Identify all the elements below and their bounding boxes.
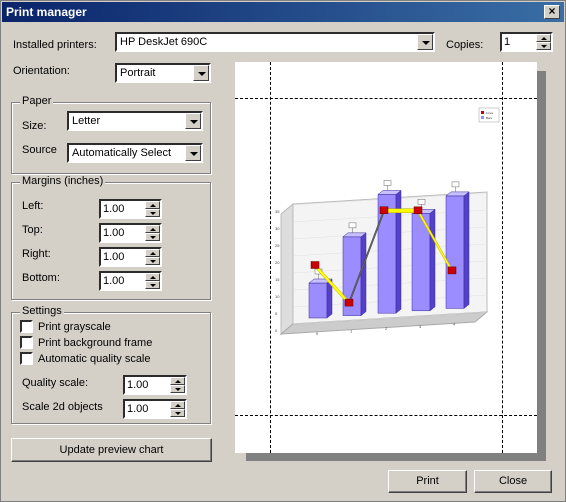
margin-left-stepper[interactable]: 1.00 xyxy=(99,199,162,219)
margin-right-stepper[interactable]: 1.00 xyxy=(99,247,162,267)
margin-top-label: Top: xyxy=(22,224,43,236)
print-button[interactable]: Print xyxy=(388,470,467,493)
printer-value: HP DeskJet 690C xyxy=(120,36,208,48)
printer-select[interactable]: HP DeskJet 690C xyxy=(115,32,435,52)
title-bar: Print manager × xyxy=(2,2,564,22)
spin-down-icon[interactable] xyxy=(170,409,185,417)
spin-down-icon[interactable] xyxy=(145,209,160,217)
y-tick-label: 30 xyxy=(275,226,280,231)
close-window-button[interactable]: × xyxy=(544,5,560,19)
bar-data-label xyxy=(348,222,357,229)
line-segment xyxy=(383,208,419,214)
spin-up-icon[interactable] xyxy=(145,201,160,209)
y-tick-label: 35 xyxy=(275,209,280,214)
copies-stepper[interactable]: 1 xyxy=(500,32,553,52)
source-label: Source xyxy=(22,144,57,156)
size-label: Size: xyxy=(22,120,47,132)
spin-down-icon[interactable] xyxy=(145,257,160,265)
y-tick-label: 10 xyxy=(275,294,280,299)
update-preview-button[interactable]: Update preview chart xyxy=(11,438,212,462)
paper-source-select[interactable]: Automatically Select xyxy=(67,143,203,163)
bar-side xyxy=(360,232,367,317)
quality-scale-label: Quality scale: xyxy=(22,377,89,389)
line-marker xyxy=(413,206,423,215)
chevron-down-icon[interactable] xyxy=(185,145,201,161)
spin-up-icon[interactable] xyxy=(145,225,160,233)
scale-2d-value: 1.00 xyxy=(127,403,149,415)
scale-2d-stepper[interactable]: 1.00 xyxy=(123,399,187,419)
chevron-down-icon[interactable] xyxy=(417,34,433,50)
bar-data-label xyxy=(383,180,392,186)
grayscale-label: Print grayscale xyxy=(38,321,111,333)
y-tick-label: 5 xyxy=(275,311,278,316)
spin-down-icon[interactable] xyxy=(170,385,185,393)
settings-legend: Settings xyxy=(20,305,64,317)
orientation-select[interactable]: Portrait xyxy=(115,63,211,83)
margin-bottom-label: Bottom: xyxy=(22,272,60,284)
margin-top-value: 1.00 xyxy=(103,227,125,239)
copies-label: Copies: xyxy=(446,39,484,51)
spin-up-icon[interactable] xyxy=(145,273,160,281)
paper-source-value: Automatically Select xyxy=(72,147,172,159)
auto-quality-checkbox[interactable] xyxy=(20,352,33,365)
print-manager-window: Print manager × Installed printers: HP D… xyxy=(0,0,566,502)
margin-right-value: 1.00 xyxy=(103,251,125,263)
paper-size-value: Letter xyxy=(72,115,101,127)
margin-bottom-value: 1.00 xyxy=(103,275,125,287)
legend-swatch xyxy=(481,111,484,114)
margin-left-label: Left: xyxy=(22,200,44,212)
auto-quality-label: Automatic quality scale xyxy=(38,353,151,365)
spin-up-icon[interactable] xyxy=(536,34,551,42)
y-tick-label: 25 xyxy=(275,243,280,248)
chevron-down-icon[interactable] xyxy=(193,65,209,81)
spin-down-icon[interactable] xyxy=(145,281,160,289)
orientation-value: Portrait xyxy=(120,67,156,79)
copies-value: 1 xyxy=(504,36,511,48)
margin-right-label: Right: xyxy=(22,248,51,260)
grayscale-checkbox[interactable] xyxy=(20,320,33,333)
orientation-label: Orientation: xyxy=(13,65,70,77)
line-marker xyxy=(447,266,457,275)
chart-side-wall xyxy=(280,202,294,336)
printers-label: Installed printers: xyxy=(13,39,97,51)
spin-up-icon[interactable] xyxy=(145,249,160,257)
y-tick-label: 15 xyxy=(275,277,280,282)
margins-legend: Margins (inches) xyxy=(20,175,106,187)
legend-swatch xyxy=(481,116,484,119)
bar xyxy=(445,195,465,309)
quality-scale-stepper[interactable]: 1.00 xyxy=(123,375,187,395)
paper-size-select[interactable]: Letter xyxy=(67,111,203,131)
window-title: Print manager xyxy=(6,5,87,19)
bar-side xyxy=(429,208,436,312)
y-tick-label: 0 xyxy=(275,328,278,333)
margin-bottom-stepper[interactable]: 1.00 xyxy=(99,271,162,291)
paper-legend: Paper xyxy=(20,95,54,107)
y-tick-label: 20 xyxy=(275,260,280,265)
bar-data-label xyxy=(451,181,460,188)
legend-label: Lines xyxy=(486,111,494,115)
quality-scale-value: 1.00 xyxy=(127,379,149,391)
chevron-down-icon[interactable] xyxy=(185,113,201,129)
spin-up-icon[interactable] xyxy=(170,401,185,409)
close-button[interactable]: Close xyxy=(474,470,552,493)
line-marker xyxy=(379,206,389,214)
spin-down-icon[interactable] xyxy=(145,233,160,241)
line-marker xyxy=(344,298,354,307)
legend-label: Bars xyxy=(486,116,493,120)
background-frame-checkbox[interactable] xyxy=(20,336,33,349)
margin-left-value: 1.00 xyxy=(103,203,125,215)
bar-side xyxy=(463,191,470,309)
preview-chart: 051015202530350 1 2 3 4LinesBars xyxy=(275,107,500,336)
line-marker xyxy=(310,261,320,269)
margin-top-stepper[interactable]: 1.00 xyxy=(99,223,162,243)
bar-data-label xyxy=(417,199,426,205)
background-frame-label: Print background frame xyxy=(38,337,153,349)
spin-down-icon[interactable] xyxy=(536,42,551,50)
bar xyxy=(308,282,328,319)
print-preview-page: 0 5 10 15 20 25 30 35 0 1 2 3 4 Lines Bars xyxy=(235,62,537,453)
spin-up-icon[interactable] xyxy=(170,377,185,385)
scale-2d-label: Scale 2d objects xyxy=(22,401,103,413)
